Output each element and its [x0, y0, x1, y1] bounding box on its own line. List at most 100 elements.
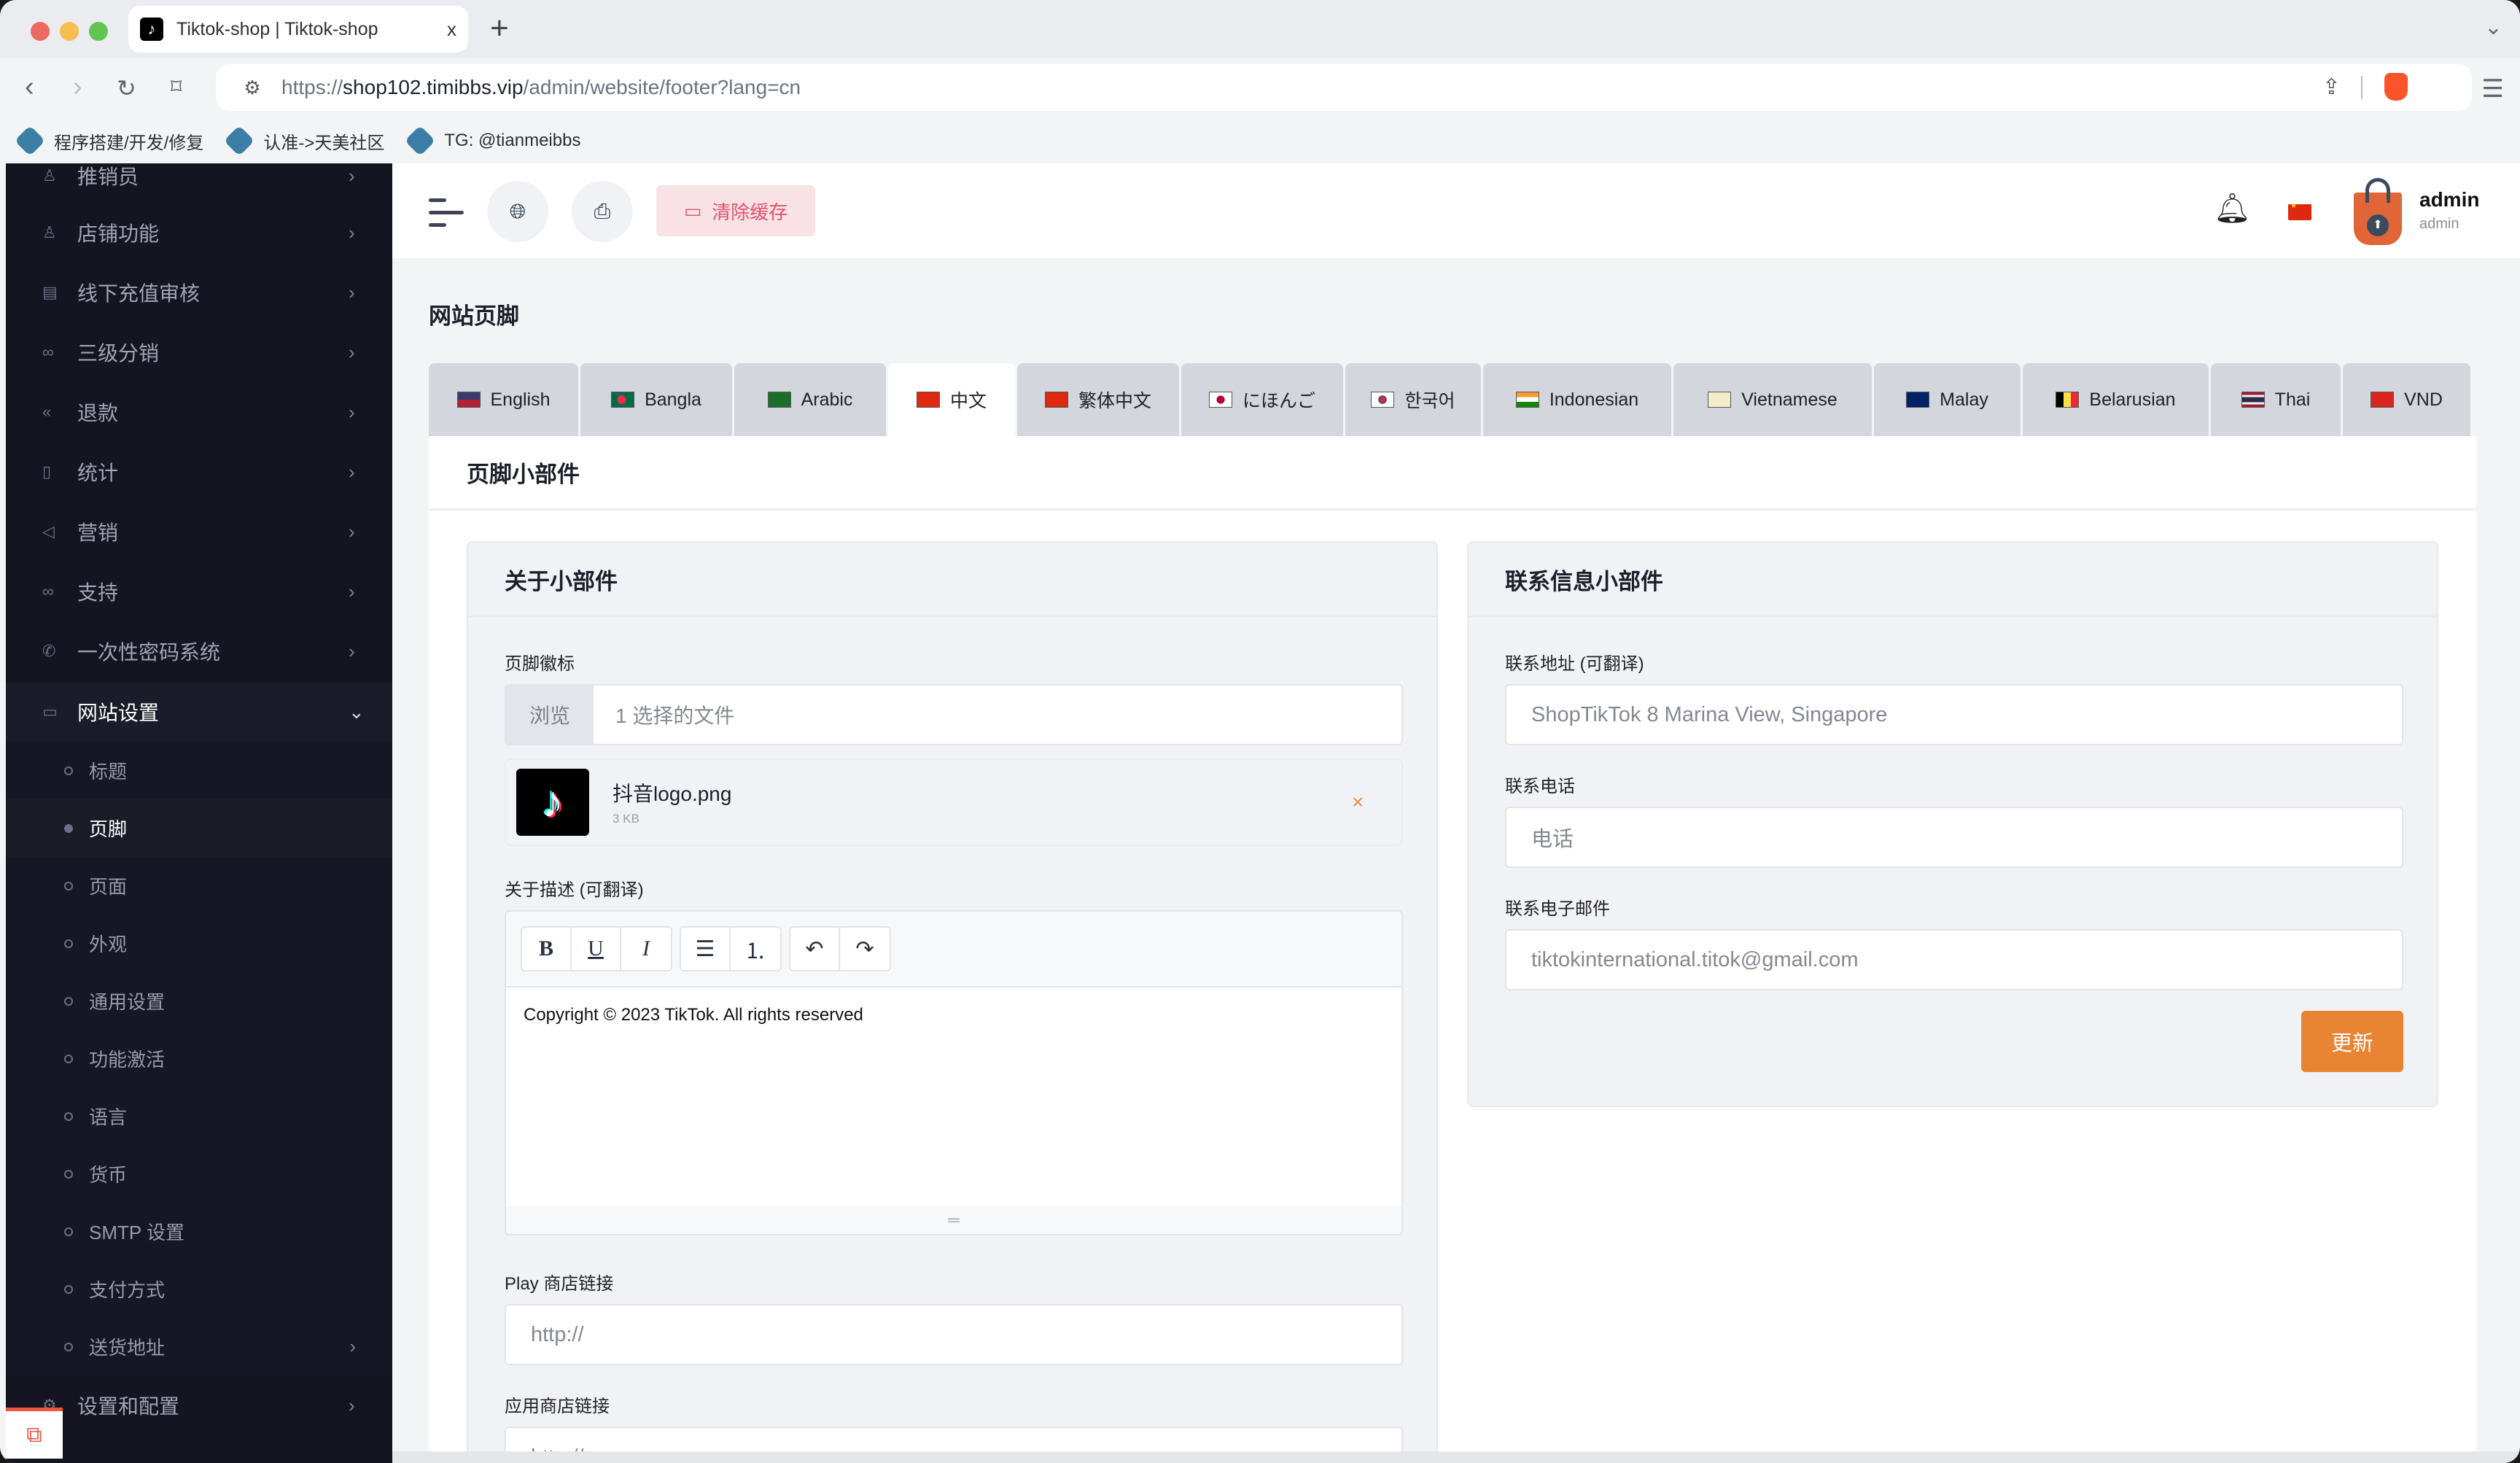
sidebar-item-distribution[interactable]: ∞ 三级分销 ›	[6, 322, 392, 382]
sidebar-subitem-languages[interactable]: 语言	[6, 1087, 392, 1145]
browser-menu-icon[interactable]: ☰	[2482, 74, 2504, 104]
sidebar-item-website-settings[interactable]: ▭ 网站设置 ⌄	[6, 682, 392, 742]
sidebar-item-shop-features[interactable]: ♙ 店铺功能 ›	[6, 203, 392, 263]
bookmark-icon[interactable]: ⌑	[171, 74, 182, 100]
tab-vnd[interactable]: VND	[2343, 363, 2470, 436]
bold-button[interactable]: B	[522, 928, 572, 970]
url-bar[interactable]: ⚙ https://shop102.timibbs.vip/admin/webs…	[216, 64, 2472, 111]
forward-icon[interactable]: ›	[73, 71, 82, 103]
tab-thai[interactable]: Thai	[2211, 363, 2341, 436]
underline-button[interactable]: U	[572, 928, 621, 970]
tab-japanese[interactable]: にほんご	[1181, 363, 1343, 436]
back-icon[interactable]: ‹	[25, 71, 34, 103]
globe-button[interactable]: 🌐︎	[487, 181, 548, 242]
avatar[interactable]: ⬆	[2354, 178, 2402, 245]
tab-chinese-simplified[interactable]: 中文	[888, 363, 1015, 436]
sidebar-item-otp[interactable]: ✆ 一次性密码系统 ›	[6, 621, 392, 681]
sidebar-subitem-appearance[interactable]: 外观	[6, 915, 392, 972]
site-settings-icon[interactable]: ⚙	[230, 77, 274, 99]
rewind-icon: «	[42, 403, 52, 421]
url-prefix: https://	[281, 76, 343, 98]
money-check-icon: ▤	[42, 283, 58, 301]
sidebar-toggle-icon[interactable]	[429, 198, 464, 236]
sidebar-subitem-smtp[interactable]: SMTP 设置	[6, 1203, 392, 1260]
sidebar-item-offline-recharge[interactable]: ▤ 线下充值审核 ›	[6, 263, 392, 322]
tiktok-logo-thumbnail: ♪	[516, 769, 589, 836]
url-text[interactable]: https://shop102.timibbs.vip/admin/websit…	[281, 76, 801, 99]
clear-cache-button[interactable]: ▭ 清除缓存	[656, 185, 815, 236]
tab-malay[interactable]: Malay	[1874, 363, 2021, 436]
maximize-window-button[interactable]	[89, 22, 108, 41]
minimize-window-button[interactable]	[60, 22, 79, 41]
bullet-icon	[64, 1111, 73, 1121]
redo-icon[interactable]: ↷	[840, 928, 890, 970]
notification-bell-icon[interactable]: 🔔︎	[2214, 191, 2251, 225]
sidebar-item-statistics[interactable]: ▯ 统计 ›	[6, 442, 392, 502]
tab-indonesian[interactable]: Indonesian	[1483, 363, 1671, 436]
contact-address-input[interactable]: ShopTikTok 8 Marina View, Singapore	[1505, 684, 2403, 745]
editor-content[interactable]: Copyright © 2023 TikTok. All rights rese…	[506, 987, 1401, 1206]
bookmark-item[interactable]: 认准->天美社区	[224, 125, 384, 157]
brave-shield-icon[interactable]	[2384, 73, 2408, 101]
language-flag-cn-icon[interactable]	[2288, 202, 2311, 220]
bullet-icon	[64, 823, 73, 833]
sidebar-item-salesman[interactable]: ♙ 推销员 ›	[6, 163, 392, 206]
tab-chinese-traditional[interactable]: 繁体中文	[1017, 363, 1179, 436]
print-button[interactable]: ⎙	[572, 181, 633, 242]
browse-button[interactable]: 浏览	[506, 686, 594, 744]
sidebar-subitem-currency[interactable]: 货币	[6, 1145, 392, 1203]
flag-us-icon	[456, 392, 481, 408]
tab-bangla[interactable]: Bangla	[580, 363, 732, 436]
footer-logo-file-input[interactable]: 浏览 1 选择的文件	[505, 684, 1403, 745]
bullet-icon	[64, 939, 73, 948]
editor-toolbar: B U I ☰ ⒈ ↶ ↷	[506, 912, 1401, 987]
sidebar-subitem-shipping-address[interactable]: 送货地址 ›	[6, 1318, 392, 1375]
close-tab-icon[interactable]: x	[447, 18, 456, 41]
undo-icon[interactable]: ↶	[790, 928, 840, 970]
app-store-link-label: 应用商店链接	[505, 1397, 610, 1416]
sidebar-subitem-pages[interactable]: 页面	[6, 857, 392, 915]
contact-phone-input[interactable]: 电话	[1505, 807, 2403, 868]
flag-jp-icon	[1208, 392, 1232, 408]
numbered-list-icon[interactable]: ⒈	[731, 928, 780, 970]
sidebar-item-support[interactable]: ∞ 支持 ›	[6, 562, 392, 621]
sidebar-subitem-payment-methods[interactable]: 支付方式	[6, 1260, 392, 1318]
bookmark-item[interactable]: TG: @tianmeibbs	[405, 125, 580, 157]
tab-list-chevron-icon[interactable]: ⌄	[2484, 15, 2502, 40]
sidebar-subitem-footer[interactable]: 页脚	[6, 799, 392, 857]
browser-tab[interactable]: ♪ Tiktok-shop | Tiktok-shop x	[128, 6, 468, 53]
sidebar-subitem-label: 货币	[89, 1164, 128, 1186]
close-window-button[interactable]	[31, 22, 50, 41]
tab-label: Arabic	[801, 389, 853, 410]
bookmark-item[interactable]: 程序搭建/开发/修复	[14, 125, 203, 157]
contact-email-input[interactable]: tiktokinternational.titok@gmail.com	[1505, 929, 2403, 990]
remove-file-icon[interactable]: ×	[1314, 791, 1401, 814]
tab-arabic[interactable]: Arabic	[734, 363, 886, 436]
update-button[interactable]: 更新	[2301, 1011, 2403, 1072]
tab-vietnamese[interactable]: Vietnamese	[1673, 363, 1872, 436]
user-menu[interactable]: admin admin	[2419, 188, 2479, 233]
sidebar-item-label: 网站设置	[77, 702, 160, 724]
new-tab-button[interactable]: +	[490, 10, 509, 47]
address-toolbar: ‹ › ↻ ⌑ ⚙ https://shop102.timibbs.vip/ad…	[0, 58, 2520, 118]
laravel-debugbar-icon[interactable]: ⧉	[6, 1408, 63, 1459]
sidebar-subitem-feature-activation[interactable]: 功能激活	[6, 1030, 392, 1087]
sidebar-subitem-general-settings[interactable]: 通用设置	[6, 972, 392, 1030]
bullet-icon	[64, 766, 73, 775]
sidebar-item-marketing[interactable]: ◁ 营销 ›	[6, 502, 392, 562]
reload-icon[interactable]: ↻	[117, 74, 136, 102]
italic-button[interactable]: I	[621, 928, 671, 970]
share-icon[interactable]: ⇪	[2322, 74, 2341, 100]
tab-korean[interactable]: 한국어	[1345, 363, 1481, 436]
bullet-icon	[64, 1284, 73, 1294]
sidebar-item-refund[interactable]: « 退款 ›	[6, 382, 392, 442]
sidebar-subitem-header[interactable]: 标题	[6, 742, 392, 799]
about-widget-panel: 关于小部件 页脚徽标 浏览 1 选择的文件 ♪ 抖音logo.png 3 KB …	[467, 541, 1438, 1463]
play-store-link-input[interactable]: http://	[505, 1304, 1403, 1365]
tab-english[interactable]: English	[429, 363, 578, 436]
bullet-icon	[64, 1169, 73, 1179]
bullet-list-icon[interactable]: ☰	[681, 928, 731, 970]
tab-belarusian[interactable]: Belarusian	[2023, 363, 2209, 436]
editor-resize-handle[interactable]: ═	[506, 1206, 1401, 1234]
sidebar-item-setup-configuration[interactable]: ⚙ 设置和配置 ›	[6, 1375, 392, 1435]
